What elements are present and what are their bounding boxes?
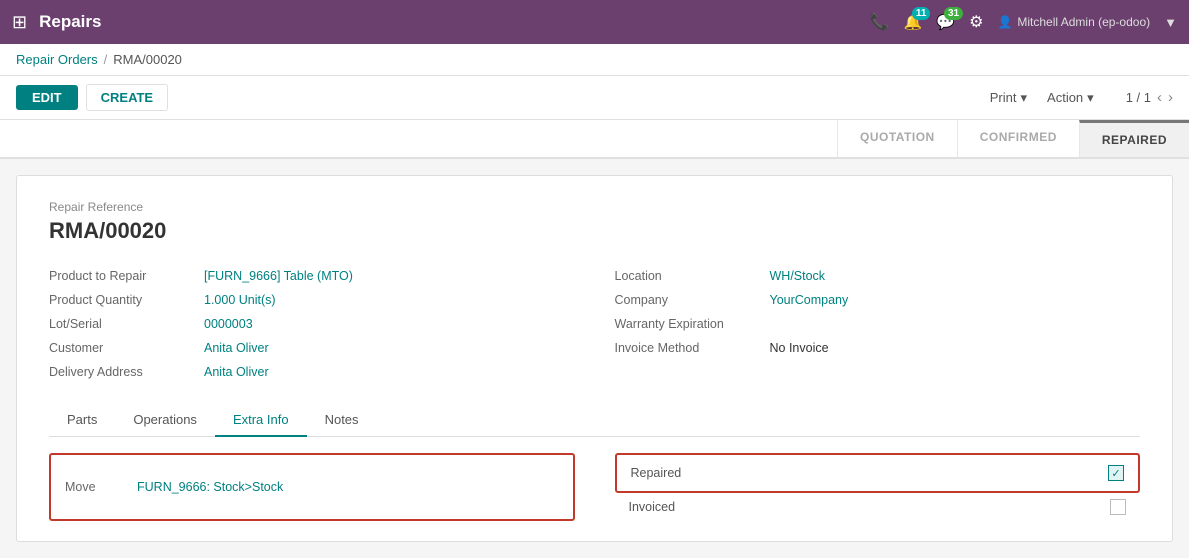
- fields-grid: Product to Repair [FURN_9666] Table (MTO…: [49, 264, 1140, 384]
- breadcrumb-separator: /: [104, 52, 108, 67]
- field-label: Product to Repair: [49, 269, 204, 283]
- field-label: Warranty Expiration: [615, 317, 770, 331]
- user-info[interactable]: 👤 Mitchell Admin (ep-odoo): [997, 15, 1150, 29]
- settings-icon[interactable]: ⚙: [969, 12, 983, 32]
- field-product-to-repair: Product to Repair [FURN_9666] Table (MTO…: [49, 264, 575, 288]
- notification1-badge: 11: [912, 7, 931, 20]
- app-title: Repairs: [39, 12, 870, 32]
- field-value[interactable]: WH/Stock: [770, 269, 826, 283]
- field-value[interactable]: YourCompany: [770, 293, 849, 307]
- field-label: Location: [615, 269, 770, 283]
- action-label: Action: [1047, 90, 1083, 105]
- extra-info-content: Move FURN_9666: Stock>Stock Repaired Inv…: [49, 453, 1140, 521]
- field-invoice-method: Invoice Method No Invoice: [615, 336, 1141, 360]
- tab-notes[interactable]: Notes: [307, 404, 377, 437]
- action-dropdown-icon: ▾: [1087, 90, 1094, 106]
- fields-left: Product to Repair [FURN_9666] Table (MTO…: [49, 264, 575, 384]
- breadcrumb-current: RMA/00020: [113, 52, 182, 67]
- user-name: Mitchell Admin (ep-odoo): [1017, 15, 1150, 29]
- field-label: Product Quantity: [49, 293, 204, 307]
- move-label: Move: [65, 480, 125, 494]
- notification2-badge: 31: [944, 7, 963, 20]
- pager-prev[interactable]: ‹: [1157, 89, 1162, 106]
- field-label: Company: [615, 293, 770, 307]
- status-repaired[interactable]: REPAIRED: [1079, 120, 1189, 157]
- print-dropdown-icon: ▾: [1021, 90, 1028, 106]
- fields-right: Location WH/Stock Company YourCompany Wa…: [615, 264, 1141, 384]
- status-confirmed[interactable]: CONFIRMED: [957, 120, 1079, 157]
- repaired-label: Repaired: [631, 466, 1101, 480]
- field-lot-serial: Lot/Serial 0000003: [49, 312, 575, 336]
- grid-icon[interactable]: ⊞: [12, 12, 27, 33]
- invoiced-label: Invoiced: [629, 500, 1103, 514]
- repair-ref-value: RMA/00020: [49, 218, 1140, 244]
- pager-text: 1 / 1: [1126, 90, 1151, 105]
- invoiced-row: Invoiced: [615, 493, 1141, 521]
- field-value[interactable]: Anita Oliver: [204, 365, 269, 379]
- breadcrumb: Repair Orders / RMA/00020: [0, 44, 1189, 76]
- status-quotation[interactable]: QUOTATION: [837, 120, 957, 157]
- field-company: Company YourCompany: [615, 288, 1141, 312]
- tab-operations[interactable]: Operations: [115, 404, 215, 437]
- field-warranty-expiration: Warranty Expiration: [615, 312, 1141, 336]
- repaired-box: Repaired: [615, 453, 1141, 493]
- field-label: Delivery Address: [49, 365, 204, 379]
- breadcrumb-parent[interactable]: Repair Orders: [16, 52, 98, 67]
- field-value[interactable]: 1.000 Unit(s): [204, 293, 276, 307]
- invoiced-checkbox[interactable]: [1110, 499, 1126, 515]
- tab-parts[interactable]: Parts: [49, 404, 115, 437]
- field-value[interactable]: Anita Oliver: [204, 341, 269, 355]
- tabs-bar: Parts Operations Extra Info Notes: [49, 404, 1140, 437]
- notification2-icon[interactable]: 💬 31: [936, 13, 955, 32]
- action-button[interactable]: Action ▾: [1047, 90, 1094, 106]
- pager-next[interactable]: ›: [1168, 89, 1173, 106]
- field-value: No Invoice: [770, 341, 829, 355]
- pager: 1 / 1 ‹ ›: [1126, 89, 1173, 106]
- field-customer: Customer Anita Oliver: [49, 336, 575, 360]
- field-location: Location WH/Stock: [615, 264, 1141, 288]
- topbar-actions: 📞 🔔 11 💬 31 ⚙ 👤 Mitchell Admin (ep-odoo)…: [870, 12, 1177, 32]
- field-label: Customer: [49, 341, 204, 355]
- repair-ref-label: Repair Reference: [49, 200, 1140, 214]
- create-button[interactable]: CREATE: [86, 84, 168, 111]
- edit-button[interactable]: EDIT: [16, 85, 78, 110]
- field-delivery-address: Delivery Address Anita Oliver: [49, 360, 575, 384]
- statusbar: QUOTATIONCONFIRMEDREPAIRED: [0, 120, 1189, 159]
- topbar: ⊞ Repairs 📞 🔔 11 💬 31 ⚙ 👤 Mitchell Admin…: [0, 0, 1189, 44]
- field-label: Lot/Serial: [49, 317, 204, 331]
- field-value[interactable]: [FURN_9666] Table (MTO): [204, 269, 353, 283]
- tab-extra-info[interactable]: Extra Info: [215, 404, 307, 437]
- repaired-checkbox[interactable]: [1108, 465, 1124, 481]
- move-box: Move FURN_9666: Stock>Stock: [49, 453, 575, 521]
- field-value[interactable]: 0000003: [204, 317, 253, 331]
- field-label: Invoice Method: [615, 341, 770, 355]
- phone-icon[interactable]: 📞: [870, 12, 890, 32]
- move-value[interactable]: FURN_9666: Stock>Stock: [137, 480, 559, 494]
- topbar-chevron[interactable]: ▼: [1164, 15, 1177, 30]
- print-label: Print: [990, 90, 1017, 105]
- notification1-icon[interactable]: 🔔 11: [904, 13, 923, 32]
- field-product-quantity: Product Quantity 1.000 Unit(s): [49, 288, 575, 312]
- form-card: Repair Reference RMA/00020 Product to Re…: [16, 175, 1173, 542]
- toolbar: EDIT CREATE Print ▾ Action ▾ 1 / 1 ‹ ›: [0, 76, 1189, 120]
- user-avatar: 👤: [997, 15, 1012, 29]
- print-button[interactable]: Print ▾: [990, 90, 1027, 106]
- main-content: Repair Reference RMA/00020 Product to Re…: [0, 159, 1189, 558]
- right-extra-column: Repaired Invoiced: [615, 453, 1141, 521]
